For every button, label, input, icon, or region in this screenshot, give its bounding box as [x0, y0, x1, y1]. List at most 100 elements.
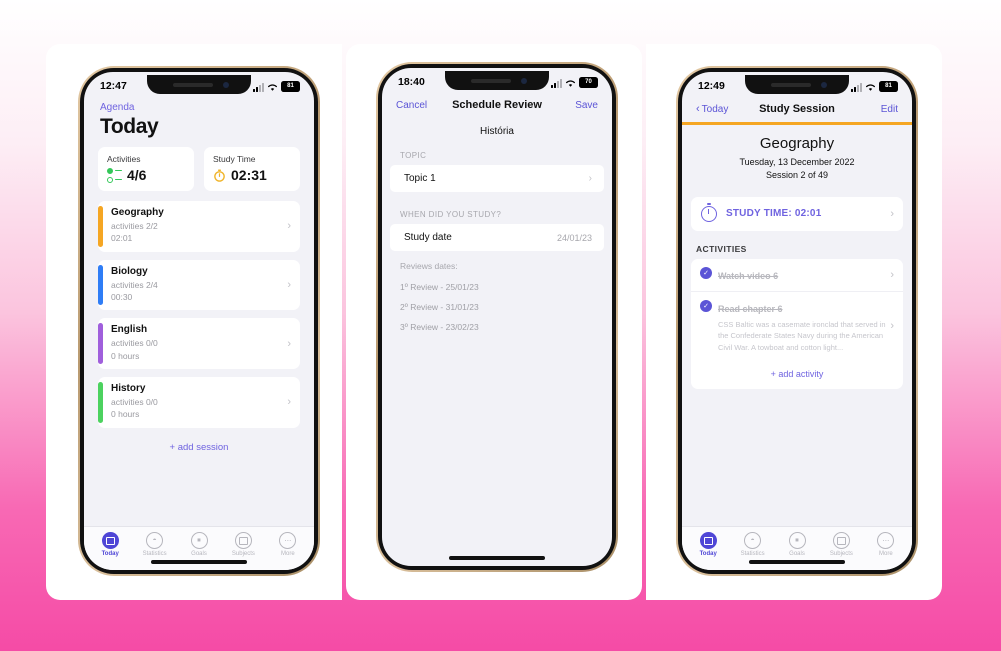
chart-icon: ◓	[744, 532, 762, 549]
topic-section-label: TOPIC	[400, 151, 427, 160]
study-time-value: STUDY TIME: 02:01	[726, 208, 822, 219]
ellipsis-icon: ⋯	[877, 532, 895, 549]
tab-label: Statistics	[142, 551, 167, 557]
save-button[interactable]: Save	[556, 100, 598, 111]
phone-study-session: 12:49 81 ‹ Today Study Session Edit Geog…	[676, 66, 918, 576]
stat-value: 4/6	[127, 167, 147, 183]
camera-icon	[223, 82, 229, 88]
speaker-icon	[173, 83, 213, 87]
nav-bar: ‹ Today Study Session Edit	[682, 98, 912, 122]
activities-card: ✓ Watch video 6 › ✓ Read chapter 6 CSS B…	[691, 258, 903, 390]
stat-card-activities[interactable]: Activities 4/6	[98, 147, 194, 191]
session-activities: activities 0/0	[111, 396, 158, 407]
tab-goals[interactable]: ⏹ Goals	[775, 532, 819, 557]
battery-icon: 81	[879, 80, 898, 92]
list-item[interactable]: History activities 0/0 0 hours ›	[98, 376, 300, 428]
session-list: Geography activities 2/2 02:01 › Biology…	[84, 201, 314, 428]
status-time: 18:40	[398, 76, 425, 88]
tab-label: Subjects	[231, 551, 255, 557]
home-indicator	[449, 556, 545, 560]
subject-name: História	[480, 126, 514, 137]
tab-label: More	[878, 551, 893, 557]
tab-label: Statistics	[740, 551, 765, 557]
chevron-right-icon: ›	[890, 268, 894, 281]
speaker-icon	[771, 83, 811, 87]
tab-label: Goals	[191, 551, 207, 557]
today-icon	[699, 532, 717, 549]
ellipsis-icon: ⋯	[279, 532, 297, 549]
session-detail: Geography Tuesday, 13 December 2022 Sess…	[682, 125, 912, 527]
status-time: 12:47	[100, 80, 127, 92]
session-duration: 0 hours	[111, 350, 140, 361]
chevron-right-icon: ›	[287, 220, 291, 233]
activities-label: ACTIVITIES	[696, 243, 747, 254]
screen-study-session: 12:49 81 ‹ Today Study Session Edit Geog…	[682, 72, 912, 570]
review-form: História TOPIC Topic 1 › WHEN DID YOU ST…	[382, 118, 612, 566]
topic-row[interactable]: Topic 1 ›	[390, 165, 604, 192]
tab-subjects[interactable]: Subjects	[221, 532, 265, 557]
study-time-row[interactable]: STUDY TIME: 02:01 ›	[691, 196, 903, 231]
home-indicator	[749, 560, 845, 564]
signal-icon	[253, 82, 264, 92]
phone-today: 12:47 81 Agenda Today Activities 4/6 Stu…	[78, 66, 320, 576]
tab-goals[interactable]: ⏹ Goals	[177, 532, 221, 557]
status-time: 12:49	[698, 80, 725, 92]
wifi-icon	[866, 83, 875, 91]
home-indicator	[151, 560, 247, 564]
check-icon: ✓	[700, 266, 712, 279]
list-item[interactable]: ✓ Read chapter 6 CSS Baltic was a casema…	[691, 290, 903, 361]
stat-value: 02:31	[231, 167, 267, 183]
list-item[interactable]: English activities 0/0 0 hours ›	[98, 318, 300, 369]
chevron-right-icon: ›	[588, 173, 592, 184]
notch	[445, 71, 549, 90]
list-item[interactable]: Biology activities 2/4 00:30 ›	[98, 259, 300, 311]
nav-title: Study Session	[759, 103, 835, 115]
back-label: Today	[701, 103, 729, 115]
list-icon	[107, 167, 122, 183]
wifi-icon	[566, 79, 575, 87]
phone-schedule-review: 18:40 70 Cancel Schedule Review Save His…	[376, 62, 618, 572]
wifi-icon	[268, 83, 277, 91]
session-subject: Geography	[111, 207, 164, 218]
list-item[interactable]: ✓ Watch video 6 ›	[691, 259, 903, 291]
reviews-label: Reviews dates:	[400, 261, 458, 271]
review-date: 2º Review - 31/01/23	[400, 302, 479, 312]
tab-statistics[interactable]: ◓ Statistics	[132, 532, 176, 557]
tab-today[interactable]: Today	[686, 532, 730, 557]
nav-bar: Cancel Schedule Review Save	[382, 94, 612, 118]
session-date: Tuesday, 13 December 2022	[739, 156, 855, 167]
stat-label: Activities	[107, 154, 141, 164]
tab-label: Today	[101, 551, 119, 557]
breadcrumb[interactable]: Agenda	[84, 98, 314, 113]
tab-today[interactable]: Today	[88, 532, 132, 557]
stopwatch-icon	[701, 203, 717, 222]
back-button[interactable]: ‹ Today	[696, 102, 738, 115]
add-session-button[interactable]: + add session	[84, 428, 314, 467]
tab-more[interactable]: ⋯ More	[864, 532, 908, 557]
notch	[147, 75, 251, 94]
tab-statistics[interactable]: ◓ Statistics	[730, 532, 774, 557]
camera-icon	[821, 82, 827, 88]
session-duration: 00:30	[111, 291, 133, 302]
camera-icon	[521, 78, 527, 84]
list-item[interactable]: Geography activities 2/2 02:01 ›	[98, 201, 300, 252]
page-title: Today	[100, 115, 159, 138]
tab-subjects[interactable]: Subjects	[819, 532, 863, 557]
study-date-label: Study date	[404, 232, 452, 243]
tab-more[interactable]: ⋯ More	[266, 532, 310, 557]
chevron-left-icon: ‹	[696, 102, 700, 115]
activity-title: Read chapter 6	[718, 303, 783, 314]
stat-card-study-time[interactable]: Study Time 02:31	[204, 147, 300, 191]
add-activity-button[interactable]: + add activity	[691, 360, 903, 389]
edit-button[interactable]: Edit	[856, 104, 898, 115]
flag-icon: ⏹	[190, 532, 208, 549]
books-icon	[234, 532, 252, 549]
flag-icon: ⏹	[788, 532, 806, 549]
today-body: Agenda Today Activities 4/6 Study Time 0…	[84, 98, 314, 526]
speaker-icon	[471, 79, 511, 83]
session-subject: Geography	[759, 134, 835, 152]
signal-icon	[851, 82, 862, 92]
review-date: 1º Review - 25/01/23	[400, 282, 479, 292]
study-date-row[interactable]: Study date 24/01/23	[390, 224, 604, 251]
cancel-button[interactable]: Cancel	[396, 100, 438, 111]
